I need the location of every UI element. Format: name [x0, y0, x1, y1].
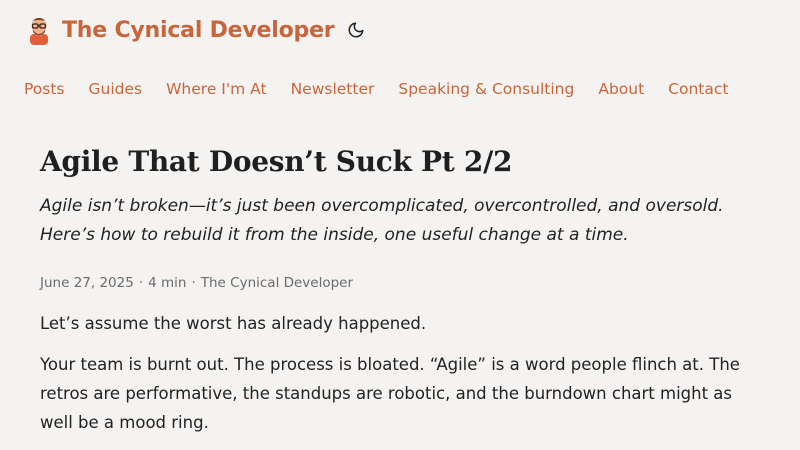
post-paragraph: Let’s assume the worst has already happe… — [40, 314, 427, 333]
nav-item-posts[interactable]: Posts — [24, 80, 65, 98]
nav-item-about[interactable]: About — [598, 80, 644, 98]
nav-item-guides[interactable]: Guides — [89, 80, 143, 98]
post-title: Agile That Doesn’t Suck Pt 2/2 — [40, 145, 513, 178]
post-paragraph: Your team is burnt out. The process is b… — [40, 355, 740, 432]
moon-icon[interactable] — [346, 20, 366, 40]
post-subtitle: Agile isn’t broken—it’s just been overco… — [40, 196, 724, 245]
meta-separator: · — [138, 275, 144, 291]
post-read-time: 4 min — [148, 275, 187, 291]
nav-item-speaking-consulting[interactable]: Speaking & Consulting — [398, 80, 574, 98]
meta-separator: · — [191, 275, 196, 291]
site-title-link[interactable]: The Cynical Developer — [62, 18, 335, 43]
site-header: The Cynical Developer — [24, 13, 366, 47]
post-author: The Cynical Developer — [200, 275, 354, 291]
post-article: Agile That Doesn’t Suck Pt 2/2 Agile isn… — [40, 142, 760, 437]
main-nav: Posts Guides Where I'm At Newsletter Spe… — [24, 80, 728, 98]
post-body: Let’s assume the worst has already happe… — [40, 309, 760, 437]
developer-avatar-icon[interactable] — [24, 15, 54, 45]
nav-item-where-im-at[interactable]: Where I'm At — [166, 80, 266, 98]
nav-item-contact[interactable]: Contact — [668, 80, 728, 98]
post-date: June 27, 2025 — [40, 275, 134, 291]
nav-item-newsletter[interactable]: Newsletter — [291, 80, 375, 98]
post-meta: June 27, 2025 · 4 min · The Cynical Deve… — [40, 275, 760, 291]
